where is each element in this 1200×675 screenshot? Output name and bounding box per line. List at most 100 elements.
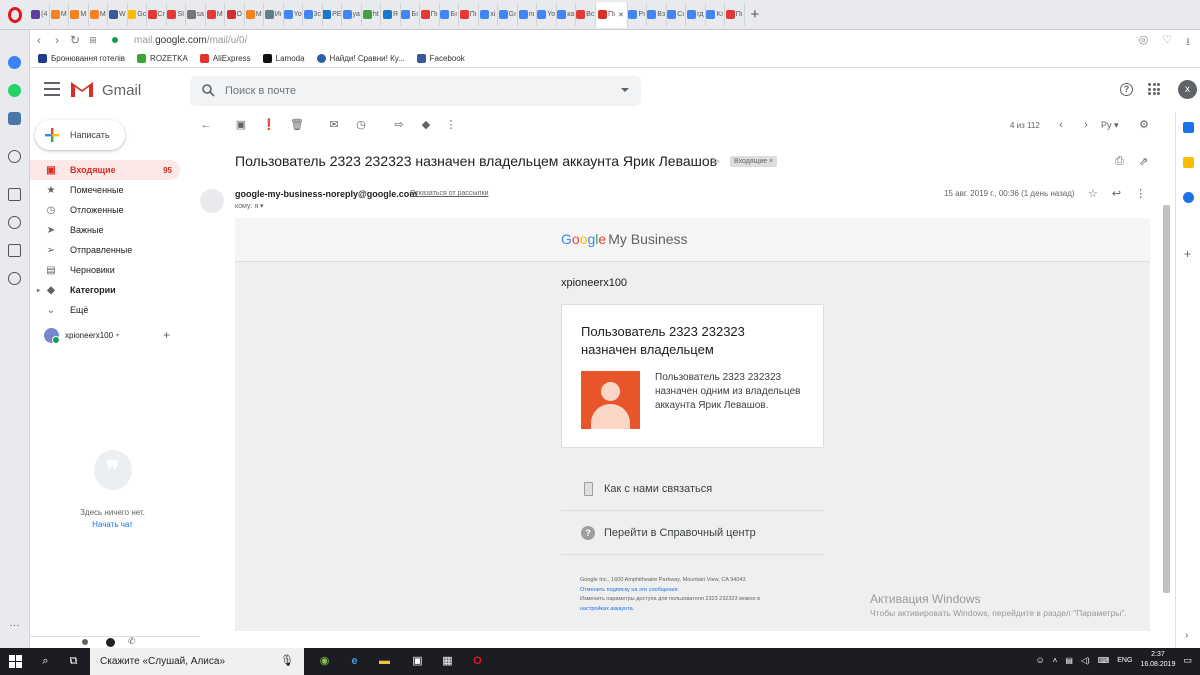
browser-tab[interactable]: M xyxy=(206,3,225,26)
browser-tab[interactable]: Сı xyxy=(667,3,686,26)
browser-tab[interactable]: sa xyxy=(186,3,206,26)
browser-tab[interactable]: Kı xyxy=(706,3,725,26)
inbox-label-chip[interactable]: Входящие × xyxy=(730,156,778,167)
browser-tab[interactable]: M xyxy=(89,3,108,26)
calculator-icon[interactable]: ▦ xyxy=(440,654,455,669)
browser-tab[interactable]: Бı xyxy=(440,3,459,26)
back-arrow-icon[interactable]: ← xyxy=(200,119,212,131)
nav-snoozed[interactable]: ◷ Отложенные xyxy=(30,200,180,220)
star-icon[interactable]: ☆ xyxy=(1088,187,1098,200)
snooze-icon[interactable]: ◷ xyxy=(355,119,367,131)
browser-tab[interactable]: Cr xyxy=(147,3,167,26)
opera-icon[interactable]: O xyxy=(470,654,485,669)
news-icon[interactable] xyxy=(8,244,21,257)
clock[interactable]: 2:37 16.08.2019 xyxy=(1140,650,1175,670)
browser-tab[interactable]: M xyxy=(69,3,89,26)
browser-tab[interactable]: Пı xyxy=(459,3,479,26)
browser-tab[interactable]: xi xyxy=(479,3,498,26)
opera-menu-icon[interactable] xyxy=(0,0,30,30)
bookmark-item[interactable]: Найди! Сравни! Ку... xyxy=(316,54,405,63)
browser-tab[interactable]: ка xyxy=(557,3,576,26)
settings-gear-icon[interactable]: ⚙ xyxy=(1138,119,1150,131)
keyboard-icon[interactable]: ⌨ xyxy=(1098,656,1110,665)
calendar-icon[interactable] xyxy=(1183,122,1194,133)
nav-drafts[interactable]: ▤ Черновики xyxy=(30,260,180,280)
nav-categories[interactable]: ▸ ◆ Категории xyxy=(30,280,180,300)
browser-tab[interactable]: Yo xyxy=(283,3,303,26)
hangouts-icon[interactable] xyxy=(106,638,115,647)
people-icon[interactable]: ☺ xyxy=(1035,655,1044,665)
browser-tab[interactable]: Я xyxy=(381,3,401,26)
account-settings-link[interactable]: настройках аккаунта. xyxy=(580,606,634,612)
browser-tab[interactable]: O xyxy=(225,3,245,26)
url-field[interactable]: mail.google.com/mail/u/0/ xyxy=(134,35,247,46)
browser-tab[interactable]: Пı xyxy=(420,3,440,26)
browser-tab[interactable]: Пı xyxy=(725,3,745,26)
browser-tab[interactable]: SI xyxy=(167,3,186,26)
close-tab-icon[interactable]: ✕ xyxy=(618,11,624,19)
vk-icon[interactable] xyxy=(8,112,21,125)
browser-tab[interactable]: PE xyxy=(322,3,342,26)
search-icon[interactable]: ⌕ xyxy=(38,654,53,669)
compose-button[interactable]: Написать xyxy=(35,120,125,150)
browser-tab[interactable]: ya xyxy=(342,3,362,26)
more-vert-icon[interactable]: ⋮ xyxy=(445,119,457,131)
edge-icon[interactable]: e xyxy=(347,654,362,669)
browser-tab[interactable]: гд xyxy=(686,3,706,26)
help-icon[interactable]: ? xyxy=(1120,83,1133,96)
browser-tab[interactable]: Пı ✕ xyxy=(595,1,628,28)
open-new-window-icon[interactable]: ⇗ xyxy=(1139,155,1148,168)
phone-icon[interactable]: ✆ xyxy=(128,636,136,647)
microphone-icon[interactable]: 🎙 xyxy=(280,654,294,667)
chevron-right-icon[interactable]: › xyxy=(1080,119,1092,131)
chevron-right-icon[interactable]: › xyxy=(1185,630,1188,641)
store-icon[interactable]: ▣ xyxy=(410,654,425,669)
chevron-left-icon[interactable]: ‹ xyxy=(1055,119,1067,131)
account-avatar[interactable]: x xyxy=(1178,80,1197,99)
input-tools-button[interactable]: Ру ▾ xyxy=(1101,120,1119,131)
label-icon[interactable]: ◆ xyxy=(420,119,432,131)
whatsapp-icon[interactable] xyxy=(8,84,21,97)
person-icon[interactable] xyxy=(82,639,88,645)
browser-tab[interactable]: пı xyxy=(518,3,537,26)
browser-tab[interactable]: Yo xyxy=(537,3,557,26)
bookmark-item[interactable]: Facebook xyxy=(416,54,465,63)
browser-tab[interactable]: M xyxy=(245,3,264,26)
importance-marker-icon[interactable]: ⊳ xyxy=(713,156,721,167)
browser-tab[interactable]: Pı xyxy=(628,3,647,26)
browser-tab[interactable]: ht xyxy=(362,3,381,26)
bookmark-item[interactable]: AliExpress xyxy=(199,54,251,63)
speed-dial-icon[interactable]: ⊞ xyxy=(84,35,102,46)
footer-unsubscribe-link[interactable]: Отменить подписку на эти сообщения. xyxy=(580,587,679,593)
more-vert-icon[interactable]: ⋮ xyxy=(1135,187,1146,200)
network-icon[interactable]: ▤ xyxy=(1065,656,1073,665)
add-contact-icon[interactable]: + xyxy=(163,328,170,342)
browser-tab[interactable]: (4 xyxy=(30,3,50,26)
scrollbar-thumb[interactable] xyxy=(1163,205,1170,593)
language-indicator[interactable]: ENG xyxy=(1117,657,1132,664)
notifications-icon[interactable]: ▭ xyxy=(1183,655,1192,666)
reload-icon[interactable]: ↻ xyxy=(66,33,84,47)
reply-icon[interactable]: ↩ xyxy=(1112,187,1121,200)
print-icon[interactable]: ⎙ xyxy=(1115,155,1124,168)
new-tab-icon[interactable]: + xyxy=(751,6,760,23)
heart-icon[interactable] xyxy=(8,216,21,229)
alice-search-box[interactable]: Скажите «Слушай, Алиса» 🎙 xyxy=(90,648,304,675)
messenger-icon[interactable] xyxy=(8,56,21,69)
keep-icon[interactable] xyxy=(1183,157,1194,168)
file-explorer-icon[interactable]: ▬ xyxy=(377,654,392,669)
add-addon-icon[interactable]: + xyxy=(1184,247,1191,261)
browser-tab[interactable]: Gc xyxy=(127,3,147,26)
help-center-link[interactable]: ? Перейти в Справочный центр xyxy=(561,511,824,555)
browser-tab[interactable]: M xyxy=(50,3,69,26)
speed-dial-icon[interactable] xyxy=(8,188,21,201)
task-view-icon[interactable]: ⧉ xyxy=(66,654,81,669)
delete-icon[interactable]: 🗑 xyxy=(290,119,304,131)
nav-starred[interactable]: ★ Помеченные xyxy=(30,180,180,200)
spam-icon[interactable]: ❗ xyxy=(262,119,276,131)
google-apps-icon[interactable] xyxy=(1148,83,1160,95)
browser-tab[interactable]: Вз xyxy=(647,3,667,26)
history-icon[interactable] xyxy=(8,272,21,285)
search-options-icon[interactable] xyxy=(621,88,629,92)
unsubscribe-link[interactable]: Отказаться от рассылки xyxy=(410,190,488,197)
